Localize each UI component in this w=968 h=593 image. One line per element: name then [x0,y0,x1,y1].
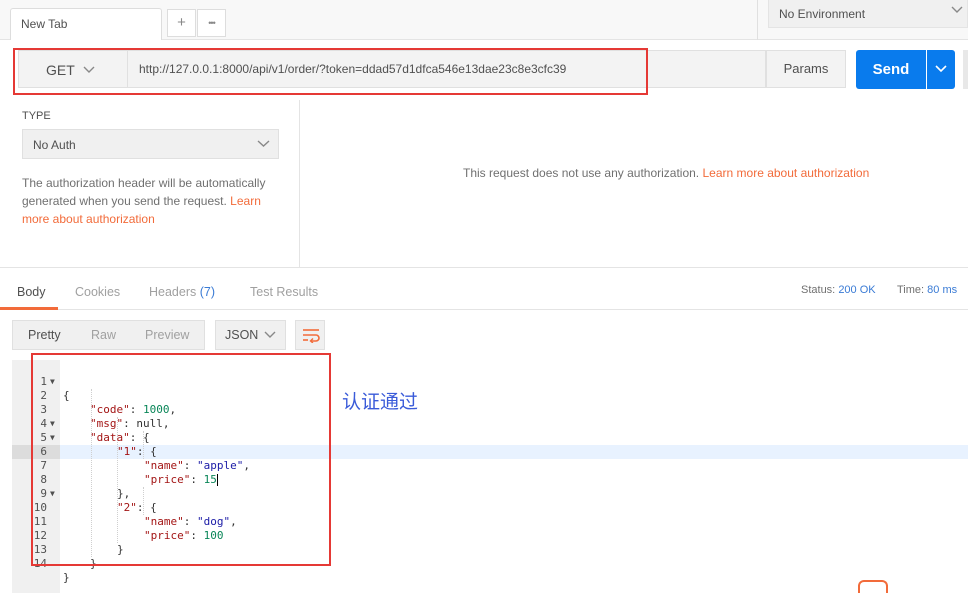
annotation-text: 认证通过 [342,391,419,413]
tab-bar: New Tab + ••• No Environment [0,0,968,40]
auth-type-value: No Auth [33,138,76,152]
time-label: Time: 80 ms [897,284,958,296]
highlight-box [31,353,331,566]
divider [757,0,758,40]
type-label: TYPE [22,110,51,122]
environment-value: No Environment [779,7,866,21]
add-tab-button[interactable]: + [167,9,196,37]
auth-description: The authorization header will be automat… [22,176,266,226]
auth-type-select[interactable]: No Auth [22,129,279,159]
headers-count: (7) [199,285,216,299]
params-button[interactable]: Params [766,50,846,88]
view-pretty-button[interactable]: Pretty [28,328,61,342]
send-options-button[interactable] [927,50,955,89]
time-value: 80 ms [927,284,958,296]
active-tab-indicator [0,307,58,310]
wrap-lines-icon [303,329,320,343]
highlight-box [13,48,648,95]
format-value: JSON [225,328,259,342]
view-mode-group: Pretty Raw Preview [12,320,205,350]
request-tab[interactable]: New Tab [10,8,162,40]
logo-icon [858,580,888,593]
chevron-down-icon [935,65,947,73]
tab-headers[interactable]: Headers (7) [149,285,215,299]
environment-select[interactable]: No Environment [768,0,968,28]
format-select[interactable]: JSON [215,320,286,350]
request-tab-title: New Tab [21,17,68,31]
auth-message: This request does not use any authorizat… [463,166,870,180]
send-button[interactable]: Send [856,50,926,89]
view-raw-button[interactable]: Raw [91,328,116,342]
more-tabs-button[interactable]: ••• [197,9,226,37]
tab-test-results[interactable]: Test Results [250,285,318,299]
tab-body[interactable]: Body [17,285,46,299]
side-panel-edge [963,50,968,89]
chevron-down-icon [951,6,963,13]
auth-info-panel [300,100,968,268]
chevron-down-icon [257,140,270,147]
response-tabs: Body Cookies Headers (7) Test Results St… [0,268,968,310]
chevron-down-icon [264,331,276,338]
status-label: Status: 200 OK [801,284,876,296]
learn-more-link[interactable]: Learn more about authorization [703,166,870,180]
wrap-lines-button[interactable] [295,320,325,350]
tab-cookies[interactable]: Cookies [75,285,120,299]
view-preview-button[interactable]: Preview [145,328,189,342]
status-value: 200 OK [838,284,876,296]
